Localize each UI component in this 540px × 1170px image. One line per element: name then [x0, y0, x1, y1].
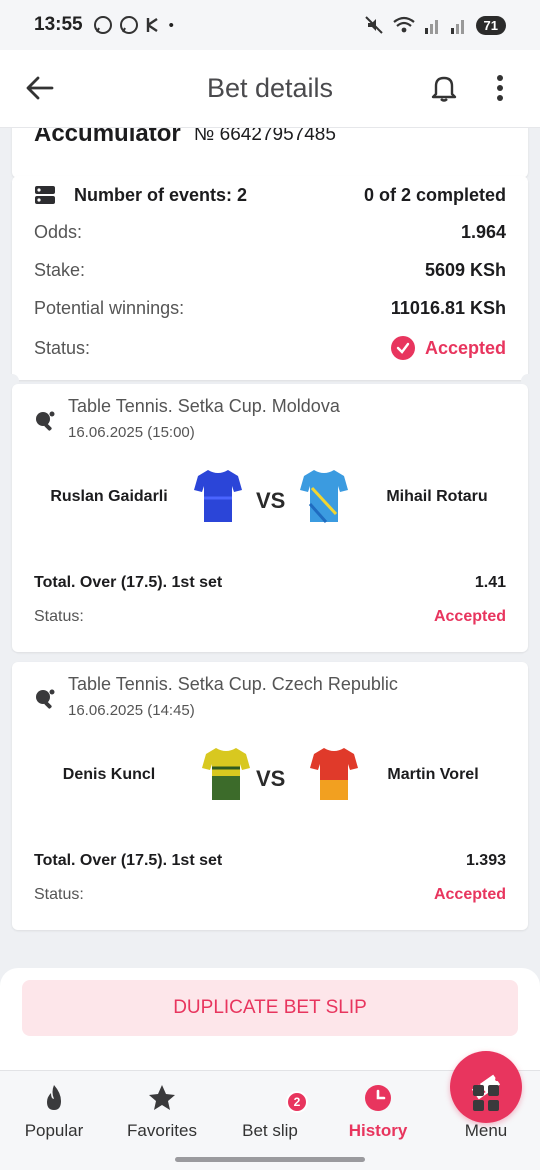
signal-icon [424, 20, 438, 34]
bet-status: Accepted [390, 336, 506, 360]
event-market: Total. Over (17.5). 1st set [34, 574, 223, 591]
table-tennis-icon [36, 689, 55, 709]
nav-menu[interactable]: Menu [432, 1083, 540, 1141]
event-league: Table Tennis. Setka Cup. Moldova [68, 396, 340, 416]
stake-row: Stake: 5609 KSh [34, 260, 506, 281]
team-away: Mihail Rotaru [386, 488, 488, 505]
team-home: Denis Kuncl [62, 766, 156, 783]
nav-history[interactable]: History [324, 1083, 432, 1141]
events-list-icon [35, 186, 55, 204]
bet-summary-card: Number of events: 2 0 of 2 completed Odd… [12, 176, 528, 380]
app-icon [146, 18, 158, 32]
bet-header-card: Accumulator № 66427957485 [12, 128, 528, 178]
event-date: 16.06.2025 (15:00) [68, 424, 195, 441]
odds-row: Odds: 1.964 [34, 222, 506, 243]
nav-favorites[interactable]: Favorites [108, 1083, 216, 1141]
event-status: Accepted [433, 886, 506, 903]
status-label: Status: [34, 337, 91, 358]
event-odd: 1.41 [474, 574, 506, 591]
events-completed: 0 of 2 completed [363, 184, 506, 205]
event-odd: 1.393 [465, 852, 506, 869]
bell-icon[interactable] [428, 72, 460, 104]
battery-indicator: 71 [475, 15, 506, 35]
whatsapp-icon [93, 16, 112, 34]
events-count: Number of events: 2 [74, 184, 248, 205]
nav-label: Bet slip [242, 1121, 298, 1140]
bet-type: Accumulator [34, 128, 181, 147]
stake-label: Stake: [34, 260, 86, 280]
nav-popular[interactable]: Popular [0, 1083, 108, 1141]
system-icons: 71 [364, 15, 506, 35]
nav-bet-slip[interactable]: Bet slip [216, 1051, 522, 1141]
jersey-icon [310, 748, 358, 800]
event-status-label: Status: [34, 886, 84, 903]
stake-value: 5609 KSh [424, 260, 506, 280]
star-icon [149, 1085, 175, 1110]
home-indicator[interactable] [175, 1157, 365, 1162]
nav-label: Favorites [127, 1121, 197, 1140]
event-date: 16.06.2025 (14:45) [68, 702, 195, 719]
table-tennis-icon [36, 411, 55, 431]
events-row: Number of events: 2 0 of 2 completed [34, 184, 506, 206]
signal-icon [450, 20, 464, 34]
status-time: 13:55 [34, 14, 83, 35]
notification-icons: • [93, 15, 174, 35]
nav-label: Popular [24, 1121, 84, 1140]
bet-number: № 66427957485 [194, 128, 336, 145]
event-market: Total. Over (17.5). 1st set [34, 852, 223, 869]
event-card[interactable]: Table Tennis. Setka Cup. Czech Republic … [12, 662, 528, 930]
jersey-icon [194, 470, 242, 522]
jersey-icon [202, 748, 250, 800]
grid-icon [473, 1085, 499, 1111]
wifi-icon [392, 16, 415, 33]
check-circle-icon [390, 336, 415, 360]
nav-label: Menu [464, 1121, 508, 1140]
bet-slip-count-badge: 2 [286, 1091, 308, 1113]
winnings-row: Potential winnings: 11016.81 KSh [34, 298, 506, 319]
app-bar: Bet details [0, 50, 540, 128]
event-card[interactable]: Table Tennis. Setka Cup. Moldova 16.06.2… [12, 384, 528, 652]
bet-status-text: Accepted [424, 337, 506, 358]
nav-label: History [348, 1121, 408, 1140]
more-options-icon[interactable] [490, 72, 510, 104]
status-row: Status: Accepted [34, 336, 506, 360]
back-arrow-icon[interactable] [24, 72, 56, 104]
action-sheet: DUPLICATE BET SLIP [0, 968, 540, 1070]
winnings-label: Potential winnings: [34, 298, 185, 318]
status-bar: 13:55 • 71 [0, 0, 540, 50]
event-league: Table Tennis. Setka Cup. Czech Republic [68, 674, 398, 694]
bet-details-content[interactable]: Accumulator № 66427957485 Number of even… [0, 128, 540, 968]
mute-icon [364, 16, 383, 34]
clock-icon [365, 1085, 391, 1111]
duplicate-bet-slip-button[interactable]: DUPLICATE BET SLIP [22, 980, 518, 1036]
jersey-icon [300, 470, 348, 523]
winnings-value: 11016.81 KSh [390, 298, 506, 318]
event-status: Accepted [433, 608, 506, 625]
whatsapp-icon [119, 16, 138, 34]
team-away: Martin Vorel [387, 766, 479, 783]
status-dot: • [168, 16, 174, 34]
odds-label: Odds: [34, 222, 83, 242]
event-status-label: Status: [34, 608, 84, 625]
team-home: Ruslan Gaidarli [50, 488, 168, 505]
odds-value: 1.964 [460, 222, 506, 242]
vs-label: VS [256, 488, 286, 513]
bottom-navigation: Popular Favorites Bet slip 2 History Men… [0, 1051, 540, 1170]
vs-label: VS [256, 766, 286, 791]
flame-icon [47, 1085, 61, 1110]
